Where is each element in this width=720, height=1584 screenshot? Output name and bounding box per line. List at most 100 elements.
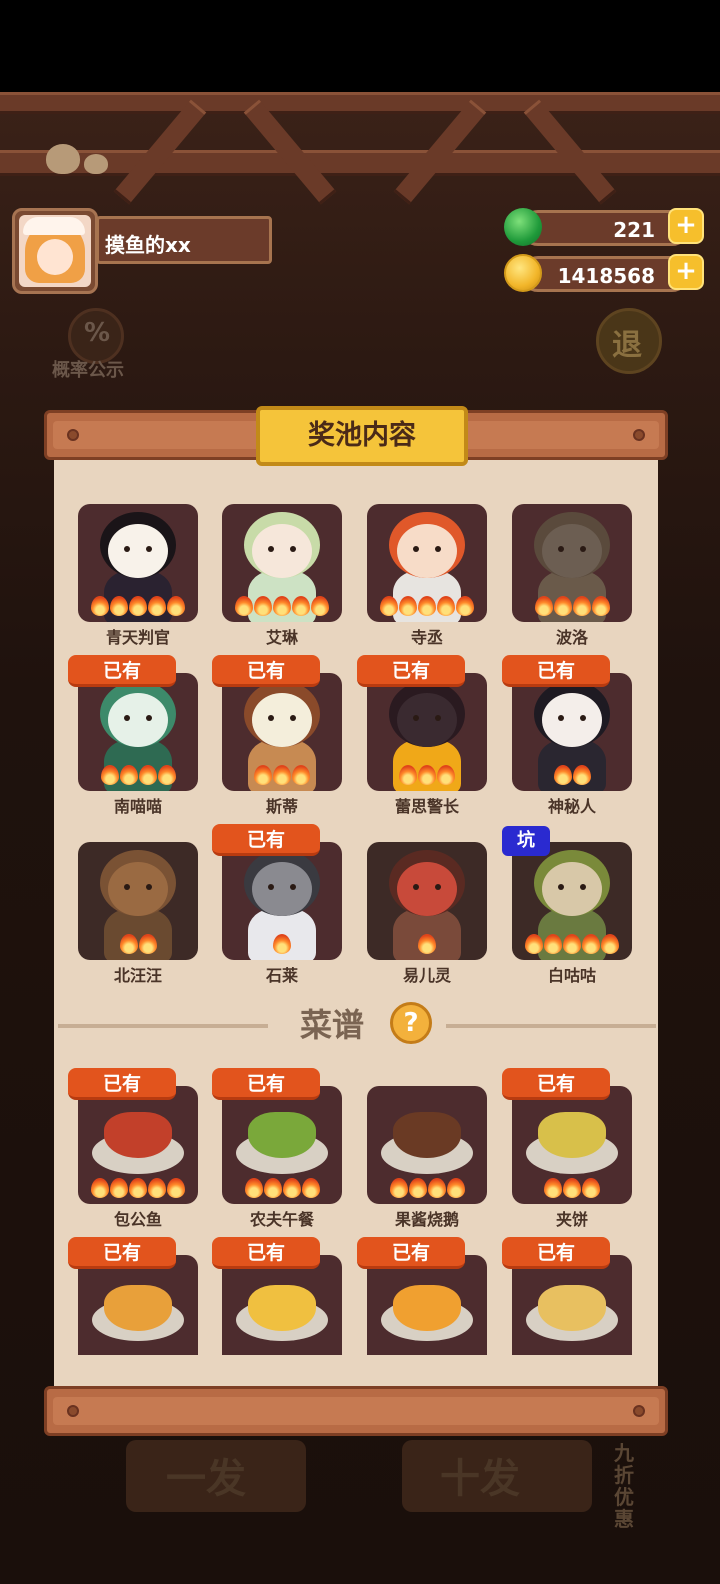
flame-icon xyxy=(138,765,157,785)
recipe-card[interactable]: 包公鱼 已有 xyxy=(68,1068,198,1232)
character-eye xyxy=(146,884,152,890)
rarity-flames xyxy=(512,765,632,787)
single-draw-label: 一发 xyxy=(166,1456,246,1502)
owned-badge: 已有 xyxy=(68,1068,176,1100)
flame-icon xyxy=(273,934,291,954)
flame-icon xyxy=(399,596,417,616)
character-face xyxy=(252,862,312,916)
rarity-flames xyxy=(222,1178,342,1200)
roof-beam xyxy=(0,92,720,114)
recipe-card[interactable]: 已有 xyxy=(502,1237,632,1386)
flame-icon xyxy=(254,765,272,785)
flame-icon xyxy=(534,596,553,616)
character-name: 寺丞 xyxy=(410,628,443,647)
character-card[interactable]: 神秘人 已有 xyxy=(502,655,632,819)
character-card[interactable]: 波洛 xyxy=(512,504,632,650)
rarity-flames xyxy=(78,1178,198,1200)
recipes-title: 菜谱 xyxy=(300,1006,365,1044)
character-card[interactable]: 青天判官 xyxy=(78,504,198,650)
dish-food xyxy=(393,1285,461,1331)
recipe-image xyxy=(222,1255,342,1355)
character-card[interactable]: 易儿灵 xyxy=(367,842,487,988)
character-portrait xyxy=(512,842,632,960)
player-name-box: 摸鱼的xx xyxy=(96,216,272,264)
recipe-image xyxy=(512,1086,632,1204)
owned-badge: 已有 xyxy=(212,824,320,856)
recipe-image xyxy=(367,1086,487,1204)
recipe-name: 包公鱼 xyxy=(113,1210,162,1229)
flame-icon xyxy=(380,596,398,616)
character-card[interactable]: 石莱 已有 xyxy=(212,824,342,988)
character-eye xyxy=(268,884,274,890)
character-portrait xyxy=(222,673,342,791)
flame-icon xyxy=(408,1178,427,1198)
flame-icon xyxy=(591,596,610,616)
discount-label: 九折优惠 xyxy=(614,1441,634,1531)
flame-icon xyxy=(119,934,138,954)
panel-title: 奖池内容 xyxy=(308,420,416,451)
rarity-flames xyxy=(367,596,487,618)
character-card[interactable]: 斯蒂 已有 xyxy=(212,655,342,819)
flame-icon xyxy=(254,596,272,616)
rarity-flames xyxy=(367,765,487,787)
jade-gem-icon xyxy=(504,208,542,246)
recipe-name: 夹饼 xyxy=(555,1210,588,1229)
recipe-card[interactable]: 已有 xyxy=(212,1237,342,1386)
player-avatar[interactable] xyxy=(12,208,98,294)
rarity-flames xyxy=(367,1178,487,1200)
prize-pool-panel[interactable]: 青天判官 艾琳 寺丞 波洛 南喵喵 已有 斯蒂 已有 蕾思警长 已有 神秘人 已有 北汪汪 石莱 已有 易儿灵… xyxy=(54,460,658,1386)
add-gems-button[interactable]: + xyxy=(668,208,704,244)
back-label[interactable]: 退 xyxy=(612,320,642,364)
add-coins-button[interactable]: + xyxy=(668,254,704,290)
character-eye xyxy=(558,715,564,721)
recipe-image xyxy=(222,1086,342,1204)
flame-icon xyxy=(167,1178,185,1198)
flame-icon xyxy=(138,934,157,954)
character-eye xyxy=(558,884,564,890)
character-card[interactable]: 南喵喵 已有 xyxy=(68,655,198,819)
character-portrait xyxy=(222,842,342,960)
dish-food xyxy=(538,1112,606,1158)
character-card[interactable]: 北汪汪 xyxy=(78,842,198,988)
character-eye xyxy=(435,546,441,552)
character-card[interactable]: 白咕咕 坑 xyxy=(502,826,632,988)
recipe-card[interactable]: 已有 xyxy=(357,1237,487,1386)
character-card[interactable]: 寺丞 xyxy=(367,504,487,650)
roof-beam xyxy=(0,150,720,176)
divider-line xyxy=(446,1024,656,1028)
chick-decoration xyxy=(84,154,108,174)
flame-icon xyxy=(263,1178,282,1198)
character-name: 艾琳 xyxy=(265,628,298,647)
rarity-flames xyxy=(78,596,198,618)
character-name: 蕾思警长 xyxy=(394,797,459,816)
character-card[interactable]: 艾琳 xyxy=(222,504,342,650)
recipe-card[interactable]: 农夫午餐 已有 xyxy=(212,1068,342,1232)
flame-icon xyxy=(292,765,310,785)
character-face xyxy=(542,693,602,747)
character-eye xyxy=(268,715,274,721)
character-portrait xyxy=(78,842,198,960)
recipe-card[interactable]: 果酱烧鹅 xyxy=(367,1086,487,1232)
character-face xyxy=(108,693,168,747)
flame-icon xyxy=(157,765,176,785)
character-name: 南喵喵 xyxy=(113,797,162,816)
character-eye xyxy=(124,546,130,552)
dish-food xyxy=(538,1285,606,1331)
character-card[interactable]: 蕾思警长 已有 xyxy=(357,655,487,819)
character-face xyxy=(108,862,168,916)
flame-icon xyxy=(582,934,600,954)
recipe-card[interactable]: 已有 xyxy=(68,1237,198,1386)
help-icon[interactable]: ? xyxy=(390,1002,432,1044)
owned-badge: 已有 xyxy=(502,655,610,687)
character-eye xyxy=(290,884,296,890)
probability-label[interactable]: 概率公示 xyxy=(52,356,124,382)
flame-icon xyxy=(110,596,128,616)
character-portrait xyxy=(367,504,487,622)
percent-glyph: % xyxy=(84,318,111,348)
panel-bottom-bar xyxy=(44,1386,668,1436)
character-face xyxy=(542,524,602,578)
recipe-card[interactable]: 夹饼 已有 xyxy=(502,1068,632,1232)
coin-counter: 1418568 xyxy=(520,256,690,292)
character-name: 青天判官 xyxy=(105,628,170,647)
character-eye xyxy=(290,546,296,552)
